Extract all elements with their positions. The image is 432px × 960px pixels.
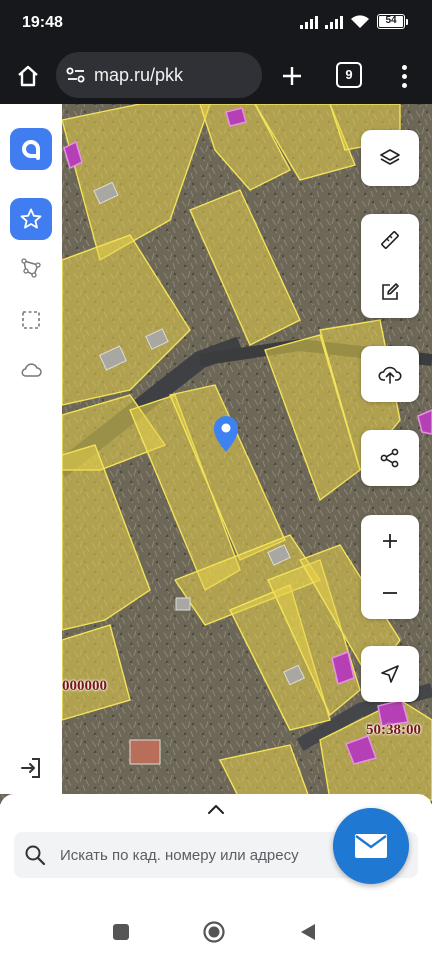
wifi-icon <box>350 14 370 29</box>
upload-icon <box>378 362 402 386</box>
expand-sheet-button[interactable] <box>206 802 226 816</box>
signal-icon <box>325 15 343 29</box>
zoom-in-icon <box>383 534 397 548</box>
chevron-up-icon <box>208 805 224 814</box>
cloud-button[interactable] <box>19 358 43 382</box>
layers-icon <box>378 146 402 170</box>
home-nav-button[interactable] <box>202 920 226 944</box>
cadastral-number-label[interactable]: 000000 <box>62 678 107 695</box>
login-button[interactable] <box>19 756 43 780</box>
battery-icon: 54 <box>377 14 405 29</box>
zoom-in-button[interactable] <box>378 529 402 553</box>
battery-percent: 54 <box>385 15 397 26</box>
status-time: 19:48 <box>22 14 63 31</box>
zoom-out-icon <box>383 592 397 594</box>
home-icon <box>18 65 38 87</box>
zoom-out-button[interactable] <box>378 581 402 605</box>
locate-button[interactable] <box>361 646 419 702</box>
select-area-icon <box>22 311 40 329</box>
share-button[interactable] <box>361 430 419 486</box>
battery-tip <box>406 18 408 25</box>
ruler-icon <box>381 231 399 249</box>
android-navigation-bar <box>0 906 432 960</box>
locate-icon <box>378 662 402 686</box>
star-icon <box>20 208 42 229</box>
browser-menu-button[interactable] <box>390 60 418 92</box>
edit-button[interactable] <box>378 280 402 304</box>
app-logo-button[interactable] <box>10 128 52 170</box>
cloud-icon <box>21 363 42 377</box>
cadastral-number-label[interactable]: 50:38:00 <box>366 722 421 739</box>
select-area-button[interactable] <box>19 308 43 332</box>
polygon-draw-button[interactable] <box>19 256 43 280</box>
menu-dot <box>401 82 407 88</box>
browser-toolbar: map.ru/pkk 9 <box>0 48 432 104</box>
menu-dot <box>401 73 407 79</box>
address-bar[interactable]: map.ru/pkk <box>56 52 262 98</box>
app-logo-icon <box>22 140 40 160</box>
back-triangle-icon <box>301 924 315 940</box>
layers-button[interactable] <box>361 130 419 186</box>
new-tab-button[interactable] <box>276 60 308 92</box>
site-settings-icon[interactable] <box>66 66 86 84</box>
search-input[interactable] <box>60 846 340 864</box>
favorites-button[interactable] <box>10 198 52 240</box>
back-button[interactable] <box>296 920 320 944</box>
ruler-button[interactable] <box>378 228 402 252</box>
login-icon <box>21 758 40 778</box>
menu-dot <box>401 64 407 70</box>
mail-icon <box>355 834 387 858</box>
left-sidebar <box>0 104 62 794</box>
status-icons: 54 <box>300 14 408 29</box>
mail-button[interactable] <box>333 808 409 884</box>
share-icon <box>378 446 402 470</box>
url-text[interactable]: map.ru/pkk <box>94 65 183 86</box>
home-button[interactable] <box>12 60 44 92</box>
upload-button[interactable] <box>361 346 419 402</box>
signal-icon <box>300 15 318 29</box>
recent-apps-button[interactable] <box>109 920 133 944</box>
plus-icon <box>283 67 301 85</box>
status-bar: 19:48 54 <box>0 0 432 48</box>
edit-icon <box>382 283 399 300</box>
measure-tools-group <box>361 214 419 318</box>
search-icon <box>25 845 46 866</box>
zoom-controls <box>361 515 419 619</box>
polygon-draw-icon <box>21 258 41 278</box>
circle-icon <box>203 921 225 943</box>
tab-switcher-button[interactable]: 9 <box>336 62 362 88</box>
square-icon <box>113 924 129 940</box>
phone-screen: 19:48 54 map.ru/pkk 9 000000 50:38:00 Ис… <box>0 0 432 960</box>
